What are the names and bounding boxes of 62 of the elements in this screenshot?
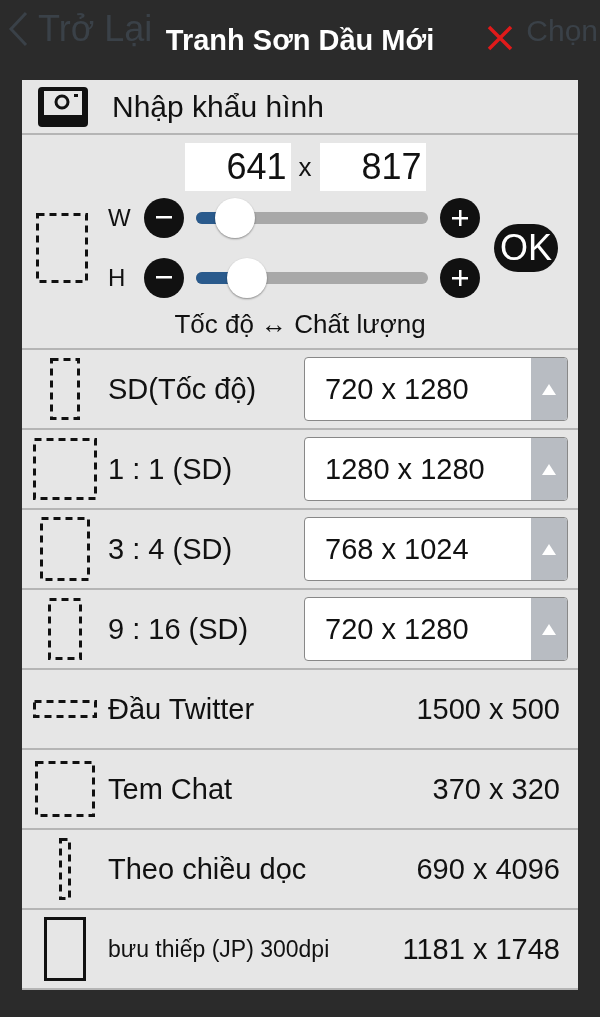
preset-row[interactable]: bưu thiếp (JP) 300dpi 1181 x 1748 xyxy=(22,910,578,990)
size-slider[interactable] xyxy=(196,197,428,239)
size-dropdown[interactable]: 720 x 1280 xyxy=(304,597,568,661)
preset-label: bưu thiếp (JP) 300dpi xyxy=(108,935,330,963)
chevron-left-icon xyxy=(8,11,28,47)
slider-thumb[interactable] xyxy=(215,198,256,238)
ok-button[interactable]: OK xyxy=(494,224,558,272)
preset-row[interactable]: Đầu Twitter 1500 x 500 xyxy=(22,670,578,750)
preset-row[interactable]: Tem Chat 370 x 320 xyxy=(22,750,578,830)
preset-row[interactable]: 9 : 16 (SD) 720 x 1280 xyxy=(22,590,578,670)
times-label: x xyxy=(298,151,312,183)
dashed-frame-icon xyxy=(50,358,80,420)
slider-thumb[interactable] xyxy=(227,258,268,298)
minus-icon xyxy=(156,216,172,220)
dashed-frame-icon xyxy=(40,517,90,581)
preset-label: SD(Tốc độ) xyxy=(108,372,258,406)
camera-icon xyxy=(38,86,88,127)
minus-button[interactable] xyxy=(144,258,184,298)
caret-up-icon xyxy=(542,383,556,395)
minus-icon xyxy=(156,276,172,280)
preset-label: Đầu Twitter xyxy=(108,692,256,726)
plus-button[interactable] xyxy=(440,258,480,298)
minus-button[interactable] xyxy=(144,198,184,238)
plus-button[interactable] xyxy=(440,198,480,238)
size-slider[interactable] xyxy=(196,257,428,299)
dashed-frame-icon xyxy=(33,700,97,718)
caret-up-icon xyxy=(542,623,556,635)
speed-quality-caption: Tốc độ ↔ Chất lượng xyxy=(174,309,426,340)
frame-icon xyxy=(44,917,86,981)
width-field[interactable]: 641 xyxy=(184,143,291,191)
dashed-frame-icon xyxy=(33,438,97,500)
preset-label: 9 : 16 (SD) xyxy=(108,612,250,646)
size-dropdown[interactable]: 768 x 1024 xyxy=(304,517,568,581)
preset-label: Tem Chat xyxy=(108,772,234,806)
height-field[interactable]: 817 xyxy=(319,143,426,191)
plus-icon xyxy=(452,210,468,226)
preset-label: 3 : 4 (SD) xyxy=(108,532,234,566)
caret-up-icon xyxy=(542,463,556,475)
preset-label: Theo chiều dọc xyxy=(108,852,304,886)
size-label: 1181 x 1748 xyxy=(402,932,560,966)
slider-label: W xyxy=(108,204,132,232)
preset-row[interactable]: 1 : 1 (SD) 1280 x 1280 xyxy=(22,430,578,510)
dialog-title: Tranh Sơn Dầu Mới xyxy=(165,23,435,57)
preset-row[interactable]: Theo chiều dọc 690 x 4096 xyxy=(22,830,578,910)
size-label: 1500 x 500 xyxy=(416,692,560,726)
caret-up-icon xyxy=(542,543,556,555)
size-dropdown[interactable]: 720 x 1280 xyxy=(304,357,568,421)
dashed-frame-icon xyxy=(36,213,88,283)
dashed-frame-icon xyxy=(35,761,95,817)
dashed-frame-icon xyxy=(59,838,71,900)
close-button[interactable] xyxy=(486,24,514,52)
slider-label: H xyxy=(108,264,127,292)
size-label: 690 x 4096 xyxy=(416,852,560,886)
import-row[interactable]: Nhập khẩu hình xyxy=(22,80,578,135)
size-label: 370 x 320 xyxy=(432,772,560,806)
plus-icon xyxy=(452,270,468,286)
import-label: Nhập khẩu hình xyxy=(112,89,324,124)
dashed-frame-icon xyxy=(48,598,82,660)
size-dropdown[interactable]: 1280 x 1280 xyxy=(304,437,568,501)
preset-row[interactable]: 3 : 4 (SD) 768 x 1024 xyxy=(22,510,578,590)
preset-label: 1 : 1 (SD) xyxy=(108,452,234,486)
preset-row[interactable]: SD(Tốc độ) 720 x 1280 xyxy=(22,350,578,430)
